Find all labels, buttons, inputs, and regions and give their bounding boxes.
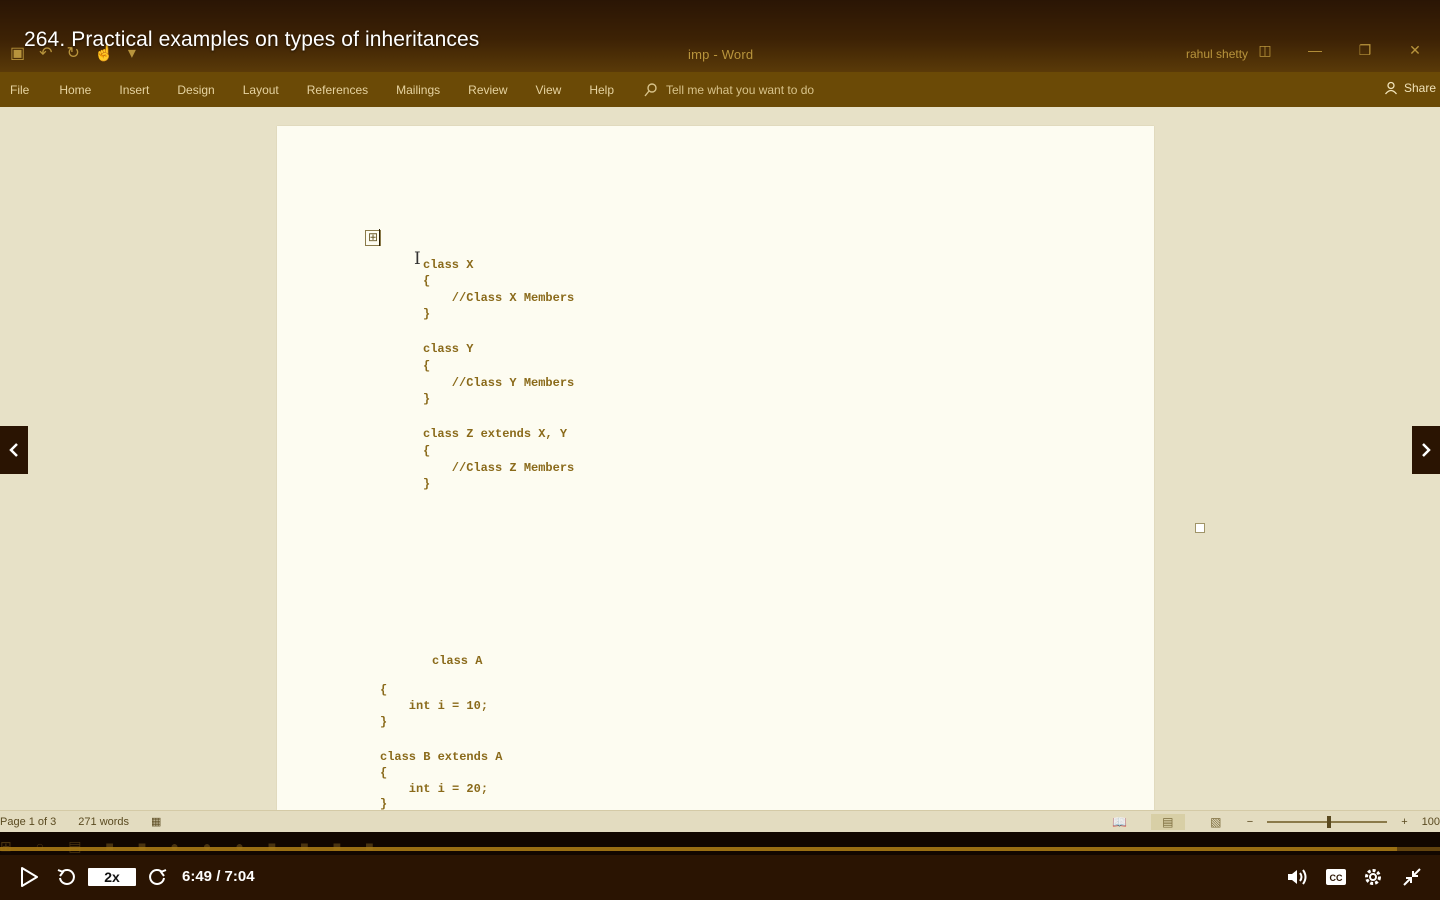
playback-speed-button[interactable]: 2x <box>88 868 136 886</box>
word-count[interactable]: 271 words <box>78 816 129 828</box>
ribbon-display-icon[interactable]: ◫ <box>1240 42 1290 59</box>
print-layout-icon[interactable]: ▤ <box>1150 814 1185 830</box>
code-line: } <box>380 715 388 729</box>
tab-mailings[interactable]: Mailings <box>396 83 440 97</box>
person-icon <box>1384 81 1397 95</box>
word-user-name[interactable]: rahul shetty <box>1186 47 1248 61</box>
tab-insert[interactable]: Insert <box>119 83 149 97</box>
code-line: } <box>423 307 431 321</box>
volume-icon[interactable] <box>1286 866 1308 888</box>
code-line: } <box>423 477 431 491</box>
tab-review[interactable]: Review <box>468 83 507 97</box>
code-line: { <box>380 683 388 697</box>
web-layout-icon[interactable]: ▧ <box>1199 814 1233 830</box>
tab-references[interactable]: References <box>307 83 368 97</box>
zoom-slider[interactable] <box>1267 816 1388 828</box>
chevron-left-icon <box>9 443 18 457</box>
previous-lecture-button[interactable] <box>0 426 28 474</box>
tell-me-placeholder: Tell me what you want to do <box>666 82 815 97</box>
page-count[interactable]: Page 1 of 3 <box>0 816 56 828</box>
forward-icon[interactable] <box>146 866 168 888</box>
share-label: Share <box>1403 81 1436 95</box>
code-line: class X <box>423 258 474 272</box>
code-line: int i = 10; <box>380 699 489 713</box>
svg-text:CC: CC <box>1330 873 1343 883</box>
chevron-right-icon <box>1422 443 1431 457</box>
window-controls: ◫ — ❐ ✕ <box>1240 42 1440 59</box>
tab-layout[interactable]: Layout <box>243 83 279 97</box>
close-icon[interactable]: ✕ <box>1390 42 1440 59</box>
zoom-level[interactable]: 100 <box>1422 816 1440 828</box>
ribbon-tabs: File Home Insert Design Layout Reference… <box>0 72 1440 107</box>
code-line: class Y <box>423 342 474 356</box>
share-button[interactable]: Share <box>1384 81 1436 95</box>
video-progress-bar[interactable] <box>0 847 1440 851</box>
captions-icon[interactable]: CC <box>1324 866 1348 888</box>
code-line: //Class X Members <box>423 291 575 305</box>
resize-handle[interactable] <box>1195 523 1205 533</box>
code-line: { <box>380 766 388 780</box>
code-line: int i = 20; <box>380 782 489 796</box>
zoom-slider-thumb[interactable] <box>1327 816 1332 828</box>
code-line: class Z extends X, Y <box>423 427 568 441</box>
code-line: } <box>423 392 431 406</box>
word-status-bar: Page 1 of 3 271 words ▦ 📖 ▤ ▧ − + 100 <box>0 810 1440 833</box>
code-line: } <box>380 797 388 811</box>
code-line: { <box>423 274 431 288</box>
code-line: class B extends A <box>380 750 503 764</box>
save-icon[interactable]: ▣ <box>10 46 25 62</box>
video-progress-fill <box>0 847 1397 851</box>
code-line: //Class Z Members <box>423 461 575 475</box>
time-display: 6:49 / 7:04 <box>182 868 255 885</box>
tab-view[interactable]: View <box>536 83 562 97</box>
proofing-icon[interactable]: ▦ <box>151 815 161 828</box>
zoom-in-icon[interactable]: + <box>1401 816 1407 828</box>
code-line: { <box>423 444 431 458</box>
settings-gear-icon[interactable] <box>1362 866 1384 888</box>
tab-file[interactable]: File <box>10 83 29 97</box>
next-lecture-button[interactable] <box>1412 426 1440 474</box>
read-mode-icon[interactable]: 📖 <box>1103 814 1137 830</box>
rewind-icon[interactable] <box>56 866 78 888</box>
lightbulb-icon <box>644 82 657 96</box>
word-document-title: imp - Word <box>688 47 754 62</box>
ibeam-cursor-icon: Ⅰ <box>414 249 421 269</box>
code-line: class A <box>432 654 483 668</box>
zoom-out-icon[interactable]: − <box>1247 816 1253 828</box>
text-caret <box>379 229 380 246</box>
video-title: 264. Practical examples on types of inhe… <box>24 28 480 51</box>
exit-fullscreen-icon[interactable] <box>1401 866 1423 888</box>
tab-design[interactable]: Design <box>177 83 214 97</box>
tab-help[interactable]: Help <box>589 83 614 97</box>
tell-me-box[interactable]: Tell me what you want to do <box>644 83 814 97</box>
code-line: //Class Y Members <box>423 376 575 390</box>
minimize-icon[interactable]: — <box>1290 42 1340 59</box>
play-icon[interactable] <box>18 866 40 888</box>
tab-home[interactable]: Home <box>59 83 91 97</box>
code-line: { <box>423 359 431 373</box>
restore-icon[interactable]: ❐ <box>1340 42 1390 59</box>
